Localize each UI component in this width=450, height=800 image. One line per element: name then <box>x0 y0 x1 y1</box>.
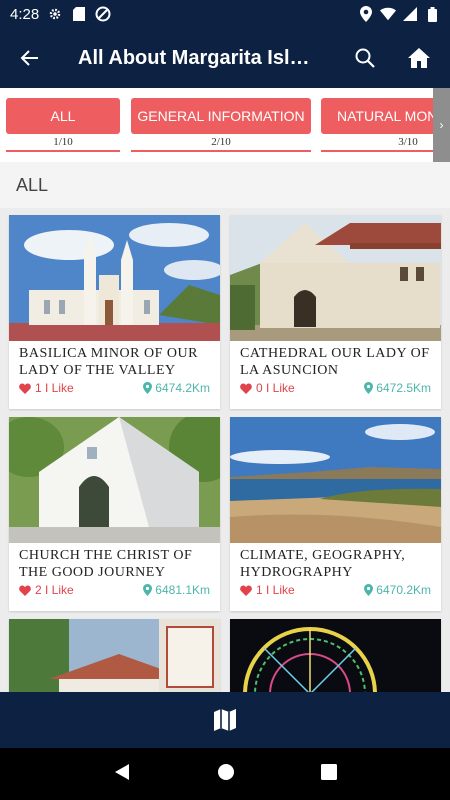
location-pin-icon <box>364 382 374 394</box>
location-pin-icon <box>364 584 374 596</box>
tab-count: 3/10 <box>321 134 450 152</box>
back-button[interactable] <box>0 28 60 88</box>
page-title: All About Margarita Island <box>78 46 326 69</box>
place-image <box>9 619 220 692</box>
tabs-scroll-right-button[interactable]: › <box>433 88 450 162</box>
chevron-right-icon: › <box>439 118 444 132</box>
place-image <box>9 215 220 341</box>
home-icon <box>408 48 430 68</box>
like-count[interactable]: 1 I Like <box>19 381 74 395</box>
place-name: CLIMATE, GEOGRAPHY, HYDROGRAPHY <box>240 548 406 580</box>
status-bar: 4:28 <box>0 0 450 28</box>
place-image <box>230 417 441 543</box>
tab-label: ALL <box>6 98 120 134</box>
place-card[interactable]: CHURCH THE CHRIST OF THE GOOD JOURNEY 2 … <box>9 417 220 611</box>
distance: 6470.2Km <box>364 583 431 597</box>
tab-label: NATURAL MONUMENTS <box>321 98 450 134</box>
heart-icon <box>19 584 31 596</box>
place-image <box>230 619 441 692</box>
heart-icon <box>240 584 252 596</box>
distance-label: 6481.1Km <box>155 583 210 597</box>
map-icon <box>214 709 236 731</box>
search-button[interactable] <box>338 28 392 88</box>
distance: 6472.5Km <box>364 381 431 395</box>
tab-general-information[interactable]: GENERAL INFORMATION 2/10 <box>131 98 311 152</box>
tab-natural-monuments[interactable]: NATURAL MONUMENTS 3/10 <box>321 98 450 152</box>
distance-label: 6470.2Km <box>376 583 431 597</box>
heart-icon <box>19 382 31 394</box>
status-time: 4:28 <box>10 5 40 23</box>
place-name: CATHEDRAL OUR LADY OF LA ASUNCION <box>240 346 430 378</box>
distance-label: 6474.2Km <box>155 381 210 395</box>
place-name: CHURCH THE CHRIST OF THE GOOD JOURNEY <box>19 548 193 580</box>
tab-label: GENERAL INFORMATION <box>131 98 311 134</box>
place-card[interactable]: CLIMATE, GEOGRAPHY, HYDROGRAPHY 1 I Like… <box>230 417 441 611</box>
like-count[interactable]: 1 I Like <box>240 583 295 597</box>
place-card[interactable]: BASILICA MINOR OF OUR LADY OF THE VALLEY… <box>9 215 220 409</box>
battery-icon <box>424 6 440 22</box>
signal-icon <box>402 6 418 22</box>
location-icon <box>358 6 374 22</box>
square-recents-icon <box>321 763 337 780</box>
location-pin-icon <box>143 382 153 394</box>
tab-all[interactable]: ALL 1/10 <box>6 98 120 152</box>
distance-label: 6472.5Km <box>376 381 431 395</box>
distance: 6474.2Km <box>143 381 210 395</box>
place-image <box>230 215 441 341</box>
sd-card-icon <box>71 6 87 22</box>
tab-count: 2/10 <box>131 134 311 152</box>
section-title: ALL <box>0 162 450 208</box>
bottom-bar <box>0 692 450 748</box>
blocked-icon <box>95 6 111 22</box>
system-navigation-bar <box>0 748 450 800</box>
nav-back-button[interactable] <box>113 763 131 786</box>
nav-recents-button[interactable] <box>321 763 337 785</box>
place-card[interactable]: CATHEDRAL OUR LADY OF LA ASUNCION 0 I Li… <box>230 215 441 409</box>
tab-count: 1/10 <box>6 134 120 152</box>
place-name: BASILICA MINOR OF OUR LADY OF THE VALLEY <box>19 346 198 378</box>
like-count-label: 2 I Like <box>35 583 74 597</box>
distance: 6481.1Km <box>143 583 210 597</box>
like-count[interactable]: 2 I Like <box>19 583 74 597</box>
like-count-label: 0 I Like <box>256 381 295 395</box>
like-count-label: 1 I Like <box>256 583 295 597</box>
heart-icon <box>240 382 252 394</box>
like-count-label: 1 I Like <box>35 381 74 395</box>
like-count[interactable]: 0 I Like <box>240 381 295 395</box>
places-grid: BASILICA MINOR OF OUR LADY OF THE VALLEY… <box>0 208 450 692</box>
triangle-back-icon <box>115 763 129 780</box>
place-card[interactable] <box>9 619 220 692</box>
arrow-left-icon <box>20 50 38 66</box>
app-bar: All About Margarita Island <box>0 28 450 88</box>
place-card[interactable] <box>230 619 441 692</box>
place-image <box>9 417 220 543</box>
wifi-icon <box>380 6 396 22</box>
circle-home-icon <box>218 763 234 780</box>
home-button[interactable] <box>392 28 446 88</box>
location-pin-icon <box>143 584 153 596</box>
nav-home-button[interactable] <box>217 763 235 786</box>
search-icon <box>355 48 375 68</box>
category-tabs: ALL 1/10 GENERAL INFORMATION 2/10 NATURA… <box>0 88 450 162</box>
map-button[interactable] <box>205 700 245 740</box>
gear-icon <box>47 6 63 22</box>
